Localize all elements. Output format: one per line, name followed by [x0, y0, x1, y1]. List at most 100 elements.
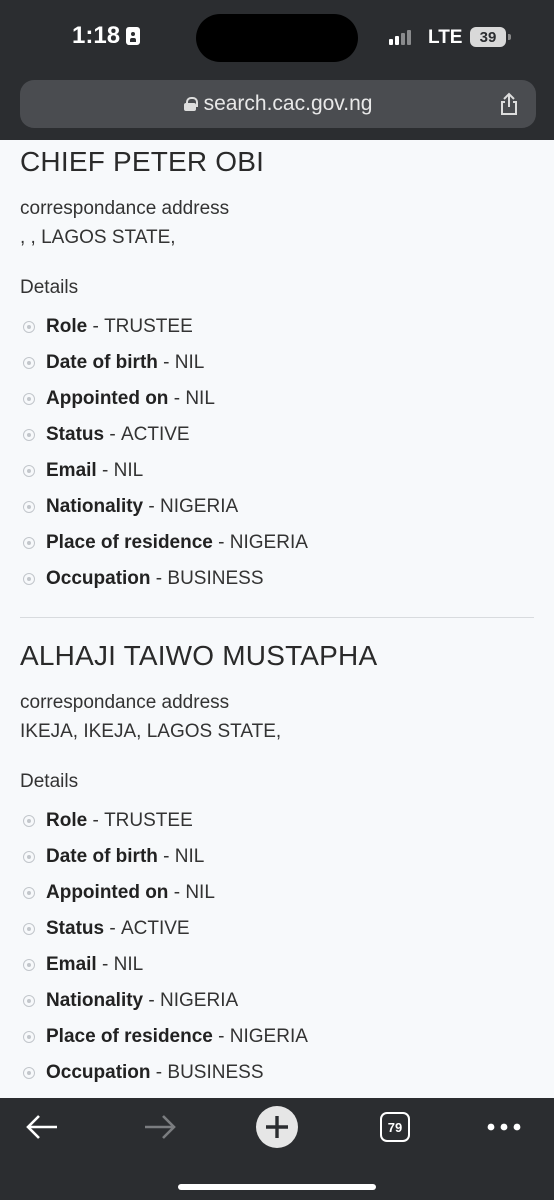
bullet-icon — [23, 887, 35, 899]
detail-separator: - — [157, 352, 175, 373]
bullet-icon — [23, 573, 35, 585]
network-type: LTE — [428, 27, 463, 48]
detail-key: Role — [46, 316, 88, 337]
bullet-icon — [23, 501, 35, 513]
address-value: IKEJA, IKEJA, LAGOS STATE, — [20, 721, 282, 742]
status-bar: 1:18 LTE 39 — [0, 0, 554, 76]
bullet-icon — [23, 465, 35, 477]
address-bar[interactable]: search.cac.gov.ng — [20, 80, 536, 128]
new-tab-button[interactable] — [255, 1106, 299, 1148]
detail-key: Occupation — [46, 568, 151, 589]
detail-separator: - — [150, 1062, 168, 1083]
detail-key: Date of birth — [46, 352, 158, 373]
home-indicator — [178, 1184, 376, 1190]
arrow-right-icon — [145, 1115, 176, 1139]
bullet-icon — [23, 923, 35, 935]
detail-value: NIGERIA — [229, 532, 308, 553]
detail-item: Appointed on - NIL — [20, 875, 534, 911]
tab-count: 79 — [380, 1112, 410, 1142]
detail-separator: - — [96, 954, 114, 975]
detail-value: NIL — [185, 388, 215, 409]
address-label: correspondance address — [20, 198, 230, 219]
person-name: CHIEF PETER OBI — [20, 146, 265, 177]
person-card: ALHAJI TAIWO MUSTAPHA correspondance addr… — [0, 640, 554, 1091]
cellular-signal-icon — [389, 30, 411, 45]
bullet-icon — [23, 959, 35, 971]
detail-value: NIGERIA — [160, 990, 239, 1011]
detail-item: Date of birth - NIL — [20, 345, 534, 381]
detail-item: Date of birth - NIL — [20, 839, 534, 875]
detail-value: TRUSTEE — [104, 810, 193, 831]
person-name: ALHAJI TAIWO MUSTAPHA — [20, 640, 378, 671]
detail-separator: - — [104, 918, 121, 939]
battery-level: 39 — [479, 28, 497, 46]
detail-value: NIL — [113, 460, 144, 481]
page-content[interactable]: CHIEF PETER OBI correspondance address , ,… — [0, 140, 554, 1098]
detail-separator: - — [87, 316, 105, 337]
details-list: Role - TRUSTEE Date of birth - NIL Appoint… — [20, 803, 534, 1091]
detail-separator: - — [87, 810, 105, 831]
bullet-icon — [23, 815, 35, 827]
detail-separator: - — [168, 882, 186, 903]
detail-item: Role - TRUSTEE — [20, 803, 534, 839]
more-dots-icon — [487, 1123, 521, 1131]
detail-value: NIL — [174, 846, 205, 867]
detail-key: Nationality — [46, 990, 144, 1011]
detail-value: NIL — [185, 882, 215, 903]
detail-separator: - — [168, 388, 186, 409]
persons-list: CHIEF PETER OBI correspondance address , ,… — [0, 146, 554, 1091]
battery-icon: 39 — [470, 27, 511, 47]
detail-key: Email — [46, 954, 97, 975]
address-label: correspondance address — [20, 692, 230, 713]
detail-item: Email - NIL — [20, 947, 534, 983]
bullet-icon — [23, 429, 35, 441]
lock-icon — [183, 97, 198, 111]
detail-value: NIGERIA — [229, 1026, 308, 1047]
detail-key: Appointed on — [46, 882, 169, 903]
bullet-icon — [23, 537, 35, 549]
detail-value: NIL — [113, 954, 144, 975]
detail-item: Nationality - NIGERIA — [20, 489, 534, 525]
detail-separator: - — [104, 424, 121, 445]
bullet-icon — [23, 851, 35, 863]
forward-button[interactable] — [142, 1110, 178, 1144]
detail-separator: - — [212, 532, 230, 553]
bullet-icon — [23, 393, 35, 405]
detail-key: Place of residence — [46, 1026, 213, 1047]
detail-item: Appointed on - NIL — [20, 381, 534, 417]
details-label: Details — [20, 771, 79, 792]
detail-separator: - — [143, 496, 161, 517]
detail-item: Place of residence - NIGERIA — [20, 1019, 534, 1055]
detail-key: Email — [46, 460, 97, 481]
section-divider — [20, 617, 534, 618]
url-text: search.cac.gov.ng — [203, 92, 373, 115]
detail-separator: - — [212, 1026, 230, 1047]
share-icon[interactable] — [498, 92, 520, 116]
more-menu-button[interactable] — [486, 1110, 522, 1144]
detail-separator: - — [143, 990, 161, 1011]
detail-item: Status - ACTIVE — [20, 417, 534, 453]
bullet-icon — [23, 357, 35, 369]
dynamic-island — [196, 14, 358, 62]
detail-value: ACTIVE — [120, 918, 190, 939]
detail-item: Occupation - BUSINESS — [20, 1055, 534, 1091]
detail-value: ACTIVE — [120, 424, 190, 445]
bullet-icon — [23, 321, 35, 333]
detail-separator: - — [157, 846, 175, 867]
detail-item: Role - TRUSTEE — [20, 309, 534, 345]
detail-key: Place of residence — [46, 532, 213, 553]
back-button[interactable] — [24, 1110, 60, 1144]
detail-key: Nationality — [46, 496, 144, 517]
detail-value: BUSINESS — [167, 1062, 264, 1083]
detail-value: BUSINESS — [167, 568, 264, 589]
detail-item: Nationality - NIGERIA — [20, 983, 534, 1019]
bullet-icon — [23, 995, 35, 1007]
plus-icon — [256, 1106, 298, 1148]
details-label: Details — [20, 277, 79, 298]
clock: 1:18 — [72, 22, 141, 50]
bullet-icon — [23, 1031, 35, 1043]
address-value: , , LAGOS STATE, — [20, 227, 176, 248]
contact-card-icon — [126, 27, 141, 45]
tabs-button[interactable]: 79 — [380, 1110, 410, 1144]
detail-key: Date of birth — [46, 846, 158, 867]
